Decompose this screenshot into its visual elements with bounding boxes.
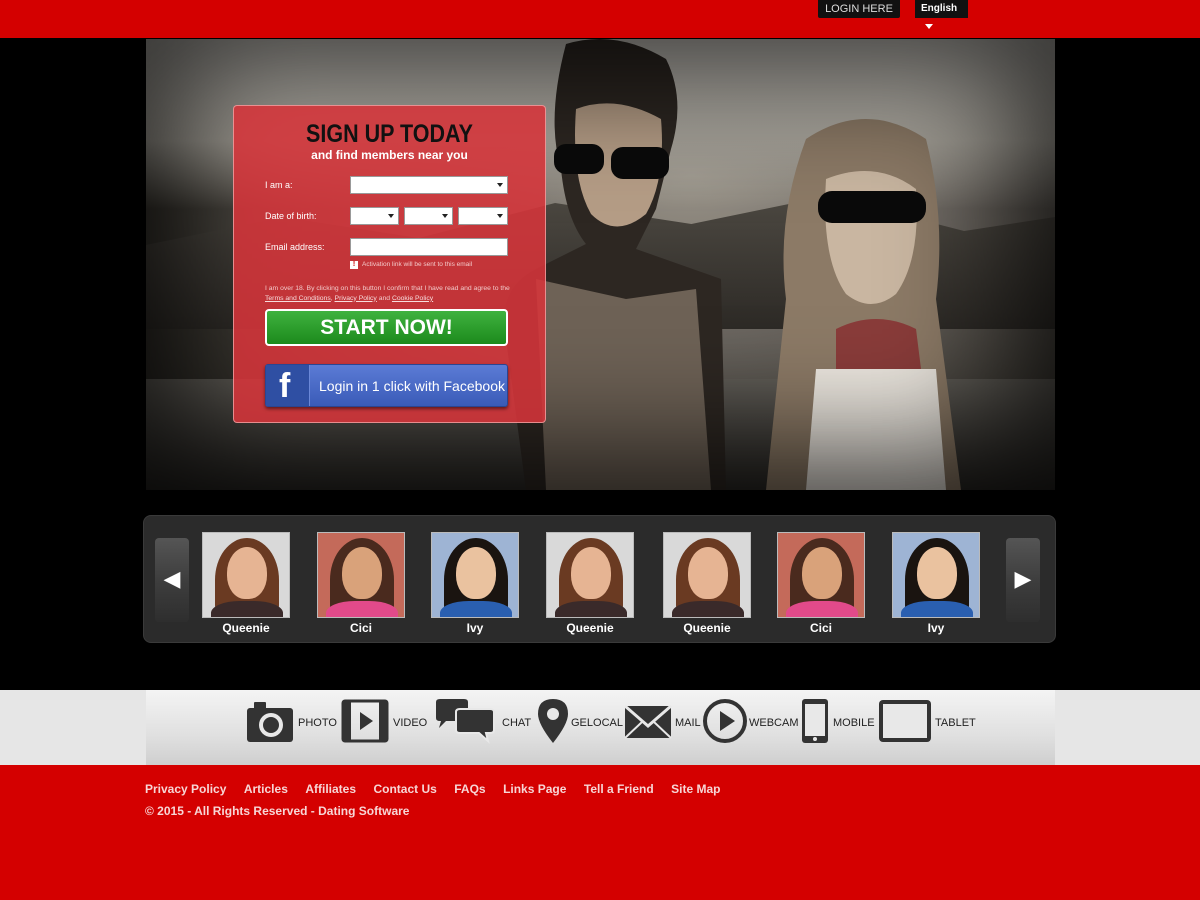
privacy-link[interactable]: Privacy Policy (335, 295, 377, 302)
copyright-text: © 2015 - All Rights Reserved - Dating So… (145, 804, 410, 818)
member-name[interactable]: Queenie (546, 621, 634, 635)
member-card[interactable]: Ivy (892, 532, 980, 635)
chat-icon (436, 699, 495, 744)
member-card[interactable]: Queenie (546, 532, 634, 635)
caret-down-icon (925, 23, 933, 29)
iam-label: I am a: (265, 180, 293, 190)
features-inner: PHOTO VIDEO CHAT GELOCAL MAIL WEBCAM MOB… (146, 690, 1055, 765)
terms-prefix: I am over 18. By clicking on this button… (265, 285, 510, 292)
feature-mobile: MOBILE (800, 698, 876, 748)
feature-mail: MAIL (624, 698, 704, 748)
footer-link-links-page[interactable]: Links Page (503, 782, 566, 796)
login-here-button[interactable]: LOGIN HERE (818, 0, 900, 18)
feature-tablet: TABLET (877, 698, 987, 748)
feature-webcam: WEBCAM (702, 698, 802, 748)
terms-and: and (376, 294, 392, 302)
film-icon (341, 699, 389, 743)
feature-photo: PHOTO (246, 698, 340, 748)
footer-link-sitemap[interactable]: Site Map (671, 782, 720, 796)
mail-icon (624, 704, 672, 739)
feature-label: VIDEO (393, 717, 428, 729)
footer-link-contact[interactable]: Contact Us (373, 782, 436, 796)
tablet-icon (879, 700, 931, 742)
member-photo[interactable] (663, 532, 751, 618)
carousel-next-button[interactable]: ▶ (1006, 538, 1040, 622)
facebook-icon: f (266, 365, 310, 406)
feature-label: MAIL (675, 717, 701, 729)
member-card[interactable]: Ivy (431, 532, 519, 635)
terms-link[interactable]: Terms and Conditions (265, 295, 331, 302)
footer: Privacy Policy Articles Affiliates Conta… (0, 765, 1200, 900)
cookie-link[interactable]: Cookie Policy (392, 295, 433, 302)
footer-link-privacy[interactable]: Privacy Policy (145, 782, 226, 796)
dob-month-select[interactable] (404, 207, 453, 225)
footer-link-articles[interactable]: Articles (244, 782, 288, 796)
email-label: Email address: (265, 242, 325, 252)
signup-panel: SIGN UP TODAY and find members near you … (233, 105, 546, 423)
member-photo[interactable] (892, 532, 980, 618)
feature-gelocal: GELOCAL (536, 698, 626, 748)
footer-link-faqs[interactable]: FAQs (454, 782, 485, 796)
member-name[interactable]: Ivy (892, 621, 980, 635)
feature-label: CHAT (502, 717, 532, 729)
member-card[interactable]: Cici (777, 532, 865, 635)
terms-text: I am over 18. By clicking on this button… (265, 285, 510, 302)
footer-links: Privacy Policy Articles Affiliates Conta… (145, 780, 733, 798)
activation-note-text: Activation link will be sent to this ema… (362, 261, 473, 268)
signup-title: SIGN UP TODAY (306, 120, 473, 148)
gender-select[interactable] (350, 176, 508, 194)
map-pin-icon (538, 699, 568, 743)
features-strip: PHOTO VIDEO CHAT GELOCAL MAIL WEBCAM MOB… (0, 690, 1200, 765)
member-name[interactable]: Queenie (202, 621, 290, 635)
play-icon (703, 699, 747, 743)
language-label: English (921, 3, 958, 14)
feature-label: TABLET (935, 717, 976, 729)
member-photo[interactable] (431, 532, 519, 618)
feature-label: MOBILE (833, 717, 875, 729)
dob-year-select[interactable] (458, 207, 508, 225)
member-photo[interactable] (202, 532, 290, 618)
member-photo[interactable] (546, 532, 634, 618)
member-card[interactable]: Queenie (202, 532, 290, 635)
arrow-right-icon: ▶ (1014, 566, 1032, 591)
language-selector[interactable]: English (915, 0, 968, 29)
signup-subtitle: and find members near you (311, 148, 468, 162)
footer-link-affiliates[interactable]: Affiliates (305, 782, 356, 796)
feature-video: VIDEO (341, 698, 431, 748)
feature-label: WEBCAM (749, 717, 799, 729)
members-carousel: ◀ Queenie Cici Ivy Queenie Queenie Cici … (143, 515, 1056, 643)
member-card[interactable]: Queenie (663, 532, 751, 635)
activation-note: ! Activation link will be sent to this em… (350, 261, 472, 269)
footer-link-tell-friend[interactable]: Tell a Friend (584, 782, 654, 796)
member-name[interactable]: Cici (777, 621, 865, 635)
feature-label: PHOTO (298, 717, 337, 729)
feature-label: GELOCAL (571, 717, 623, 729)
member-name[interactable]: Queenie (663, 621, 751, 635)
member-card[interactable]: Cici (317, 532, 405, 635)
carousel-prev-button[interactable]: ◀ (155, 538, 189, 622)
member-name[interactable]: Cici (317, 621, 405, 635)
member-name[interactable]: Ivy (431, 621, 519, 635)
dob-day-select[interactable] (350, 207, 399, 225)
member-photo[interactable] (317, 532, 405, 618)
dob-label: Date of birth: (265, 211, 317, 221)
camera-icon (247, 702, 293, 742)
member-photo[interactable] (777, 532, 865, 618)
arrow-left-icon: ◀ (163, 566, 181, 591)
top-bar: LOGIN HERE English (0, 0, 1200, 38)
warning-icon: ! (350, 261, 358, 269)
facebook-login-button[interactable]: f Login in 1 click with Facebook (265, 364, 508, 407)
facebook-login-label: Login in 1 click with Facebook (319, 378, 505, 394)
start-now-button[interactable]: START NOW! (265, 309, 508, 346)
feature-chat: CHAT (434, 698, 534, 748)
email-input[interactable] (350, 238, 508, 256)
mobile-icon (802, 699, 828, 743)
